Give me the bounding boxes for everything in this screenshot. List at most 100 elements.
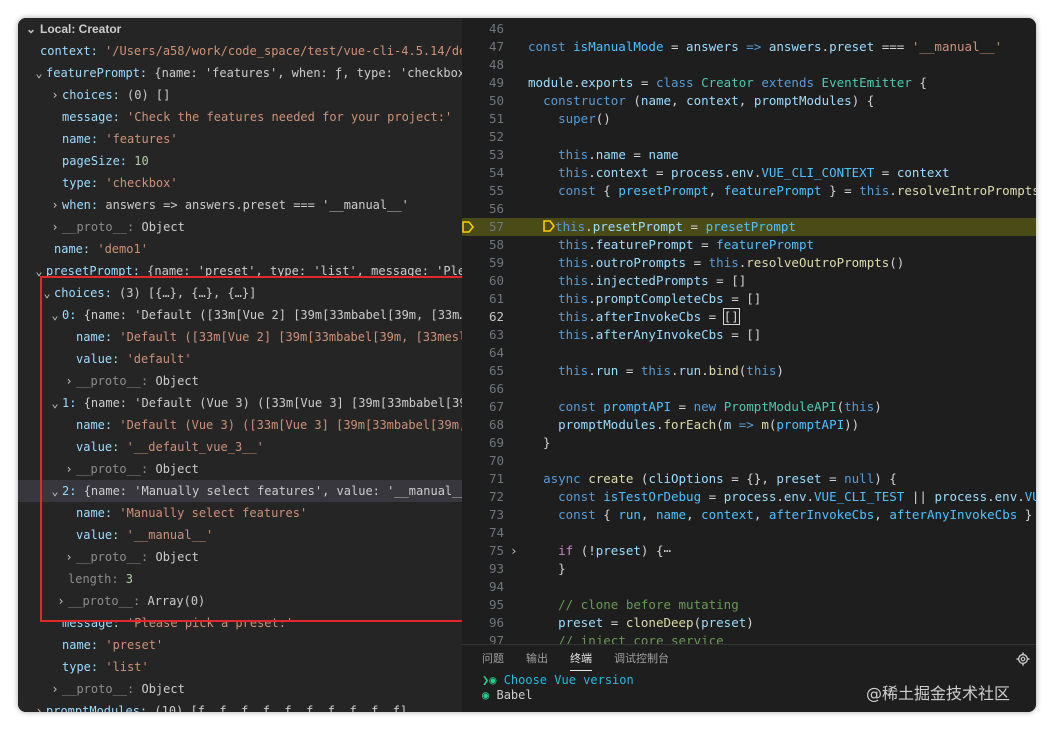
variable-row[interactable]: › __proto__: Object: [18, 546, 462, 568]
code-line[interactable]: 93 }: [462, 560, 1036, 578]
code-line[interactable]: 56: [462, 200, 1036, 218]
code-token: PromptModuleAPI: [723, 399, 837, 414]
scope-label: Local: Creator: [40, 22, 122, 36]
code-line[interactable]: 55 const { presetPrompt, featurePrompt }…: [462, 182, 1036, 200]
variable-value: Object: [155, 462, 199, 476]
code-token: .: [821, 39, 830, 54]
code-line[interactable]: 70: [462, 452, 1036, 470]
variable-row[interactable]: type: 'checkbox': [18, 172, 462, 194]
code-token: const: [558, 507, 604, 522]
code-token: .: [585, 219, 593, 234]
code-line[interactable]: 95 // clone before mutating: [462, 596, 1036, 614]
code-line[interactable]: 94: [462, 578, 1036, 596]
code-line[interactable]: 57 this.presetPrompt = presetPrompt: [462, 218, 1036, 236]
code-line[interactable]: 64: [462, 344, 1036, 362]
line-number: 64: [488, 345, 504, 360]
code-token: context: [896, 165, 950, 180]
variable-row[interactable]: ⌄ presetPrompt: {name: 'preset', type: 'l…: [18, 260, 462, 282]
code-line[interactable]: 50 constructor (name, context, promptMod…: [462, 92, 1036, 110]
variable-row[interactable]: name: 'Default ([33m[Vue 2] [39m[33mbabe…: [18, 326, 462, 348]
code-line[interactable]: 47 const isManualMode = answers => answer…: [462, 38, 1036, 56]
variable-row[interactable]: ⌄ 0: {name: 'Default ([33m[Vue 2] [39m[33…: [18, 304, 462, 326]
variable-row[interactable]: ⌄ 2: {name: 'Manually select features', v…: [18, 480, 462, 502]
variable-row[interactable]: › choices: (0) []: [18, 84, 462, 106]
variable-row[interactable]: › __proto__: Object: [18, 216, 462, 238]
line-number: 73: [488, 507, 504, 522]
panel-tab[interactable]: 问题: [482, 645, 504, 673]
line-number: 96: [488, 615, 504, 630]
code-line[interactable]: 72 const isTestOrDebug = process.env.VUE…: [462, 488, 1036, 506]
variables-scope-header[interactable]: ⌄ Local: Creator: [18, 18, 462, 40]
variable-row[interactable]: › promptModules: (10) [ƒ, ƒ, ƒ, ƒ, ƒ, ƒ, …: [18, 700, 462, 712]
variable-row[interactable]: value: '__manual__': [18, 524, 462, 546]
variable-row[interactable]: name: 'demo1': [18, 238, 462, 260]
variable-row[interactable]: message: 'Please pick a preset:': [18, 612, 462, 634]
variable-row[interactable]: › __proto__: Object: [18, 458, 462, 480]
variable-key: value:: [76, 528, 127, 542]
code-line[interactable]: 59 this.outroPrompts = this.resolveOutro…: [462, 254, 1036, 272]
code-line[interactable]: 54 this.context = process.env.VUE_CLI_CO…: [462, 164, 1036, 182]
code-token: =: [648, 165, 672, 180]
variable-row[interactable]: › __proto__: Object: [18, 678, 462, 700]
variable-row[interactable]: value: '__default_vue_3__': [18, 436, 462, 458]
variable-row[interactable]: name: 'features': [18, 128, 462, 150]
variable-row[interactable]: type: 'list': [18, 656, 462, 678]
variable-row[interactable]: name: 'preset': [18, 634, 462, 656]
code-line[interactable]: 65 this.run = this.run.bind(this): [462, 362, 1036, 380]
variable-row[interactable]: context: '/Users/a58/work/code_space/tes…: [18, 40, 462, 62]
code-line[interactable]: 61 this.promptCompleteCbs = []: [462, 290, 1036, 308]
variable-row[interactable]: › __proto__: Object: [18, 370, 462, 392]
code-token: presetPrompt: [618, 183, 709, 198]
code-line[interactable]: 73 const { run, name, context, afterInvo…: [462, 506, 1036, 524]
variable-row[interactable]: length: 3: [18, 568, 462, 590]
code-line[interactable]: 53 this.name = name: [462, 146, 1036, 164]
variable-row[interactable]: name: 'Default (Vue 3) ([33m[Vue 3] [39m…: [18, 414, 462, 436]
code-line[interactable]: 46: [462, 20, 1036, 38]
code-token: env: [783, 489, 807, 504]
variable-row[interactable]: name: 'Manually select features': [18, 502, 462, 524]
code-line[interactable]: 49 module.exports = class Creator extends…: [462, 74, 1036, 92]
fold-chevron-icon[interactable]: ›: [510, 542, 518, 560]
panel-tab[interactable]: 终端: [570, 645, 592, 673]
variable-row[interactable]: message: 'Check the features needed for …: [18, 106, 462, 128]
code-line[interactable]: 97 // inject core service: [462, 632, 1036, 644]
variable-row[interactable]: pageSize: 10: [18, 150, 462, 172]
code-line[interactable]: 52: [462, 128, 1036, 146]
variable-value: 'Manually select features': [119, 506, 308, 520]
code-line[interactable]: 63 this.afterAnyInvokeCbs = []: [462, 326, 1036, 344]
code-line[interactable]: 69 }: [462, 434, 1036, 452]
variable-row[interactable]: › __proto__: Array(0): [18, 590, 462, 612]
variable-row[interactable]: ⌄ 1: {name: 'Default (Vue 3) ([33m[Vue 3]…: [18, 392, 462, 414]
code-line[interactable]: 67 const promptAPI = new PromptModuleAPI…: [462, 398, 1036, 416]
gear-icon[interactable]: [1016, 652, 1030, 666]
code-line[interactable]: 74: [462, 524, 1036, 542]
variable-row[interactable]: ⌄ featurePrompt: {name: 'features', when:…: [18, 62, 462, 84]
variable-key: __proto__:: [76, 550, 156, 564]
code-line[interactable]: 71 async create (cliOptions = {}, preset…: [462, 470, 1036, 488]
code-editor[interactable]: 46 47 const isManualMode = answers => answ…: [462, 18, 1036, 644]
chevron-right-icon: ›: [65, 550, 73, 564]
code-line[interactable]: 48: [462, 56, 1036, 74]
code-line[interactable]: 62 this.afterInvokeCbs = []: [462, 308, 1036, 326]
code-text: const isTestOrDebug = process.env.VUE_CL…: [528, 488, 1036, 506]
variable-row[interactable]: value: 'default': [18, 348, 462, 370]
code-line[interactable]: 51 super(): [462, 110, 1036, 128]
code-token: run: [678, 363, 702, 378]
panel-tab[interactable]: 输出: [526, 645, 548, 673]
code-token: } =: [1024, 507, 1033, 522]
variable-row[interactable]: ⌄ choices: (3) [{…}, {…}, {…}]: [18, 282, 462, 304]
code-line[interactable]: 58 this.featurePrompt = featurePrompt: [462, 236, 1036, 254]
code-token: this: [708, 255, 739, 270]
code-line[interactable]: 96 preset = cloneDeep(preset): [462, 614, 1036, 632]
code-text: constructor (name, context, promptModule…: [528, 92, 874, 110]
code-line[interactable]: 75 › if (!preset) {⋯: [462, 542, 1036, 560]
code-token: resolveOutroPrompts: [746, 255, 890, 270]
code-line[interactable]: 60 this.injectedPrompts = []: [462, 272, 1036, 290]
code-text: super(): [528, 110, 611, 128]
code-line[interactable]: 66: [462, 380, 1036, 398]
panel-tab[interactable]: 调试控制台: [614, 645, 669, 673]
code-line[interactable]: 68 promptModules.forEach(m => m(promptAP…: [462, 416, 1036, 434]
variable-row[interactable]: › when: answers => answers.preset === '__…: [18, 194, 462, 216]
